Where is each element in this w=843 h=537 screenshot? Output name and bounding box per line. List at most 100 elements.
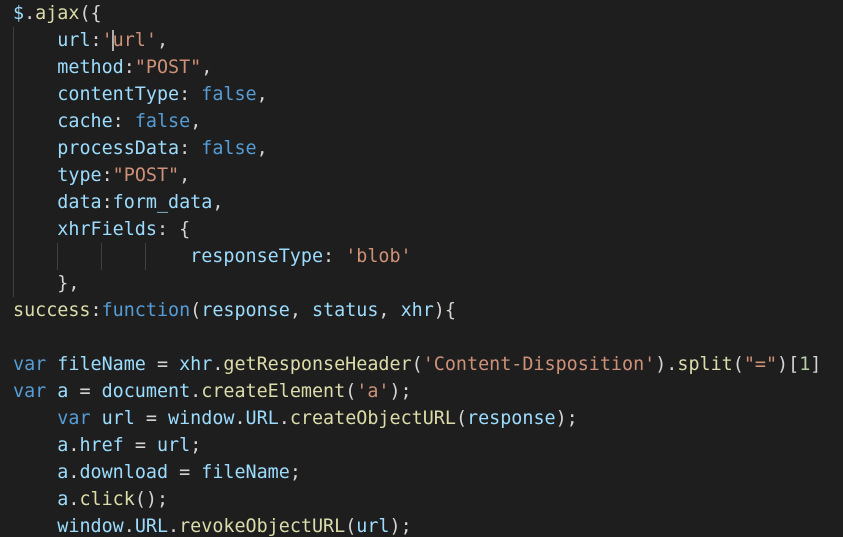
code-token-number: 1 <box>799 354 811 375</box>
code-line[interactable]: var fileName = xhr.getResponseHeader('Co… <box>13 351 821 378</box>
code-token-text: ] <box>810 354 822 375</box>
code-token-text: ( <box>732 354 744 375</box>
code-token-variable: window <box>168 408 235 429</box>
code-token-variable: window <box>57 516 124 537</box>
code-line[interactable]: processData: false, <box>13 135 267 162</box>
code-token-text: = <box>168 462 202 483</box>
code-token-text: , <box>190 111 202 132</box>
code-token-text: . <box>278 408 290 429</box>
code-token-function: success <box>13 300 91 321</box>
code-token-text: : <box>323 246 346 267</box>
code-token-keyword: var <box>57 408 91 429</box>
code-token-variable: response <box>201 300 290 321</box>
code-line[interactable]: a.download = fileName; <box>13 459 301 486</box>
code-line[interactable]: }, <box>13 270 79 297</box>
code-token-text: : <box>101 192 113 213</box>
code-token-text: = <box>68 381 102 402</box>
code-line[interactable]: cache: false, <box>13 108 201 135</box>
code-token-function: click <box>79 489 135 510</box>
code-token-variable: form_data <box>112 192 213 213</box>
code-token-variable: xhr <box>400 300 434 321</box>
code-token-text: ; <box>289 462 301 483</box>
code-line[interactable]: var url = window.URL.createObjectURL(res… <box>13 405 577 432</box>
code-line[interactable]: window.URL.revokeObjectURL(url); <box>13 513 412 537</box>
code-line[interactable]: type:"POST", <box>13 162 190 189</box>
code-editor[interactable]: $.ajax({ url:'url', method:"POST", conte… <box>0 0 843 537</box>
code-token-text: = <box>123 435 157 456</box>
code-token-keyword: false <box>134 111 191 132</box>
code-token-variable: URL <box>134 516 169 537</box>
code-token-string: "=" <box>743 354 778 375</box>
code-token-text: ). <box>655 354 678 375</box>
code-line[interactable]: var a = document.createElement('a'); <box>13 378 412 405</box>
code-line[interactable]: $.ajax({ <box>13 0 102 27</box>
code-token-variable: cache <box>57 111 113 132</box>
code-line[interactable]: a.click(); <box>13 486 168 513</box>
code-token-text: ){ <box>433 300 456 321</box>
code-token-function: split <box>677 354 733 375</box>
code-token-string: "POST" <box>112 165 180 186</box>
code-token-keyword: function <box>101 300 191 321</box>
code-token-text: = <box>145 354 180 375</box>
code-token-function: ajax <box>35 3 80 24</box>
code-line[interactable]: responseType: 'blob' <box>13 243 412 270</box>
code-token-keyword: false <box>201 84 257 105</box>
code-token-text: ( <box>190 300 202 321</box>
code-token-function: createObjectURL <box>289 408 456 429</box>
code-token-text: ); <box>389 516 412 537</box>
code-token-string: 'a' <box>356 381 390 402</box>
code-line[interactable]: success:function(response, status, xhr){ <box>13 297 456 324</box>
code-token-text: : <box>112 111 135 132</box>
code-token-text: : <box>179 84 202 105</box>
code-token-text: ( <box>345 516 357 537</box>
code-token-text: , <box>201 57 213 78</box>
code-token-keyword: var <box>13 354 47 375</box>
code-token-variable: data <box>57 192 102 213</box>
code-token-variable: a <box>57 381 69 402</box>
code-token-keyword: false <box>201 138 257 159</box>
code-line[interactable]: contentType: false, <box>13 81 268 108</box>
code-token-variable: url <box>356 516 390 537</box>
code-token-variable: $ <box>13 3 25 24</box>
code-token-variable: fileName <box>201 462 290 483</box>
code-token-function: getResponseHeader <box>223 354 412 375</box>
code-token-text: = <box>134 408 169 429</box>
code-token-string: 'Content-Disposition' <box>422 354 656 375</box>
code-token-text: ({ <box>79 3 102 24</box>
code-line[interactable]: a.href = url; <box>13 432 201 459</box>
code-line[interactable]: method:"POST", <box>13 54 212 81</box>
code-token-text: : <box>90 30 102 51</box>
code-token-string: 'blob' <box>345 246 412 267</box>
code-token-text: : <box>123 57 135 78</box>
code-token-text: ; <box>190 435 202 456</box>
code-line[interactable]: data:form_data, <box>13 189 223 216</box>
code-token-text: : { <box>156 219 191 240</box>
code-token-variable: href <box>79 435 124 456</box>
code-token-variable: method <box>57 57 124 78</box>
code-token-text: , <box>156 30 169 51</box>
code-token-variable: url <box>156 435 191 456</box>
code-token-text: , <box>256 84 268 105</box>
code-token-variable: fileName <box>57 354 146 375</box>
code-token-text: , <box>378 300 401 321</box>
code-line[interactable]: xhrFields: { <box>13 216 190 243</box>
code-token-string: "POST" <box>134 57 202 78</box>
code-token-variable: a <box>57 489 69 510</box>
code-line[interactable]: url:'url', <box>13 27 168 54</box>
code-token-text: ( <box>345 381 357 402</box>
code-token-text: (); <box>134 489 169 510</box>
code-token-text: }, <box>13 273 80 294</box>
